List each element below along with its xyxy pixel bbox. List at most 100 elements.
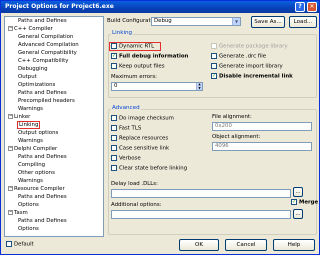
options-tree[interactable]: Paths and Defines −C++ Compiler General Co… xyxy=(4,16,104,237)
build-config-select[interactable]: Debug ▼ xyxy=(151,17,241,26)
advanced-option-checkbox[interactable]: Do image checksum xyxy=(111,115,174,122)
tree-label: Delphi Compiler xyxy=(14,146,58,152)
tree-leaf[interactable]: Options xyxy=(18,202,39,209)
tree-label: Paths and Defines xyxy=(18,154,67,160)
project-options-dialog: Project Options for Project6.exe ? ✕ Pat… xyxy=(0,0,320,255)
keep-output-checkbox[interactable]: Keep output files xyxy=(111,63,165,70)
checkbox-box xyxy=(111,155,117,161)
tree-leaf[interactable]: Optimizations xyxy=(18,82,55,89)
gen-import-lib-checkbox[interactable]: Generate import library xyxy=(211,63,283,70)
default-checkbox[interactable]: Default xyxy=(6,241,34,248)
tree-label: Paths and Defines xyxy=(18,90,67,96)
tree-leaf[interactable]: Output options xyxy=(18,130,58,137)
tree-label: Optimizations xyxy=(18,82,56,88)
merge-option[interactable]: ✓ Merge xyxy=(291,199,318,206)
save-as-button[interactable]: Save As... xyxy=(251,16,285,28)
collapse-icon[interactable]: − xyxy=(8,146,13,151)
tree-leaf[interactable]: Precompiled headers xyxy=(18,98,75,105)
tree-label: Compiling xyxy=(18,162,46,168)
tree-leaf[interactable]: Advanced Compilation xyxy=(18,42,79,49)
checkbox-box xyxy=(211,43,217,49)
tree-leaf[interactable]: C++ Compatibility xyxy=(18,58,68,65)
tree-leaf[interactable]: Output xyxy=(18,74,37,81)
max-errors-input[interactable]: 0 ▲ ▼ xyxy=(111,82,203,91)
full-debug-checkbox[interactable]: ✓ Full debug information xyxy=(111,53,188,60)
tree-leaf[interactable]: General Compilation xyxy=(18,34,73,41)
tree-leaf[interactable]: Paths and Defines xyxy=(18,90,67,97)
spin-down-icon: ▼ xyxy=(198,85,201,90)
file-alignment-input[interactable]: 0x200 xyxy=(212,122,312,131)
tree-leaf[interactable]: Paths and Defines xyxy=(18,194,67,201)
advanced-option-checkbox[interactable]: Case sensitive link xyxy=(111,145,169,152)
tree-node[interactable]: −Linker xyxy=(8,114,30,121)
delay-load-label: Delay load .DLLs: xyxy=(111,181,158,187)
object-alignment-value: 4096 xyxy=(215,143,229,149)
tree-leaf[interactable]: Warnings xyxy=(18,138,43,145)
merge-label: Merge xyxy=(299,199,319,206)
delay-load-browse-button[interactable]: ... xyxy=(293,187,303,197)
close-button[interactable]: ✕ xyxy=(307,2,317,12)
tree-leaf[interactable]: Paths and Defines xyxy=(18,18,67,25)
tree-label: Other options xyxy=(18,170,55,176)
tree-leaf[interactable]: Warnings xyxy=(18,106,43,113)
gen-package-lib-checkbox[interactable]: Generate package library xyxy=(211,43,288,50)
tree-leaf[interactable]: Linking xyxy=(16,121,41,129)
tree-leaf[interactable]: General Compatibility xyxy=(18,50,77,57)
help-title-button[interactable]: ? xyxy=(295,2,305,12)
advanced-option-checkbox[interactable]: Clear state before linking xyxy=(111,165,187,172)
load-button[interactable]: Load... xyxy=(289,16,317,28)
tree-node[interactable]: −Delphi Compiler xyxy=(8,146,57,153)
collapse-icon[interactable]: − xyxy=(8,186,13,191)
window-title: Project Options for Project6.exe xyxy=(5,3,114,10)
help-button[interactable]: Help xyxy=(273,239,315,251)
delay-load-input[interactable] xyxy=(111,189,291,198)
checkbox-box xyxy=(111,165,117,171)
tree-label: C++ Compatibility xyxy=(18,58,69,64)
tree-leaf[interactable]: Paths and Defines xyxy=(18,218,67,225)
file-alignment-label: File alignment: xyxy=(212,114,252,120)
tree-node[interactable]: −C++ Compiler xyxy=(8,26,53,33)
tree-leaf[interactable]: Debugging xyxy=(18,66,48,73)
tree-leaf[interactable]: Paths and Defines xyxy=(18,154,67,161)
tree-node[interactable]: −Resource Compiler xyxy=(8,186,65,193)
advanced-option-label: Clear state before linking xyxy=(119,165,188,172)
tree-node[interactable]: −Tasm xyxy=(8,210,28,217)
tree-leaf[interactable]: Options xyxy=(18,226,39,233)
tree-label: Options xyxy=(18,202,39,208)
linking-group-title: Linking xyxy=(111,30,134,37)
gen-drc-checkbox[interactable]: Generate .drc file xyxy=(211,53,266,60)
close-icon: ✕ xyxy=(309,3,315,10)
default-label: Default xyxy=(14,241,34,248)
collapse-icon[interactable]: − xyxy=(8,114,13,119)
advanced-option-label: Fast TLS xyxy=(119,125,142,132)
highlight-box xyxy=(109,42,161,51)
tree-label: Paths and Defines xyxy=(18,194,67,200)
advanced-option-checkbox[interactable]: Fast TLS xyxy=(111,125,141,132)
spin-buttons[interactable]: ▲ ▼ xyxy=(196,82,202,90)
collapse-icon[interactable]: − xyxy=(8,26,13,31)
help-icon: ? xyxy=(298,3,302,10)
tree-label: Output options xyxy=(18,130,59,136)
advanced-group-title: Advanced xyxy=(111,105,141,112)
ellipsis-icon: ... xyxy=(295,211,301,217)
advanced-option-checkbox[interactable]: Replace resources xyxy=(111,135,168,142)
additional-options-input[interactable] xyxy=(111,210,291,219)
tree-leaf[interactable]: Other options xyxy=(18,170,55,177)
tree-label: Advanced Compilation xyxy=(18,42,79,48)
additional-options-browse-button[interactable]: ... xyxy=(293,209,303,219)
object-alignment-input[interactable]: 4096 xyxy=(212,142,312,151)
ok-button[interactable]: OK xyxy=(179,239,219,251)
tree-label: C++ Compiler xyxy=(14,26,53,32)
tree-label: Linker xyxy=(14,114,31,120)
additional-options-label: Additional options: xyxy=(111,202,162,208)
checkbox-box xyxy=(211,63,217,69)
tree-label: Warnings xyxy=(18,178,43,184)
collapse-icon[interactable]: − xyxy=(8,210,13,215)
check-icon: ✓ xyxy=(291,199,297,205)
advanced-option-label: Replace resources xyxy=(119,135,169,142)
advanced-option-checkbox[interactable]: Verbose xyxy=(111,155,141,162)
disable-incremental-checkbox[interactable]: ✓ Disable incremental link xyxy=(211,73,293,80)
tree-leaf[interactable]: Compiling xyxy=(18,162,45,169)
tree-leaf[interactable]: Warnings xyxy=(18,178,43,185)
cancel-button[interactable]: Cancel xyxy=(225,239,267,251)
